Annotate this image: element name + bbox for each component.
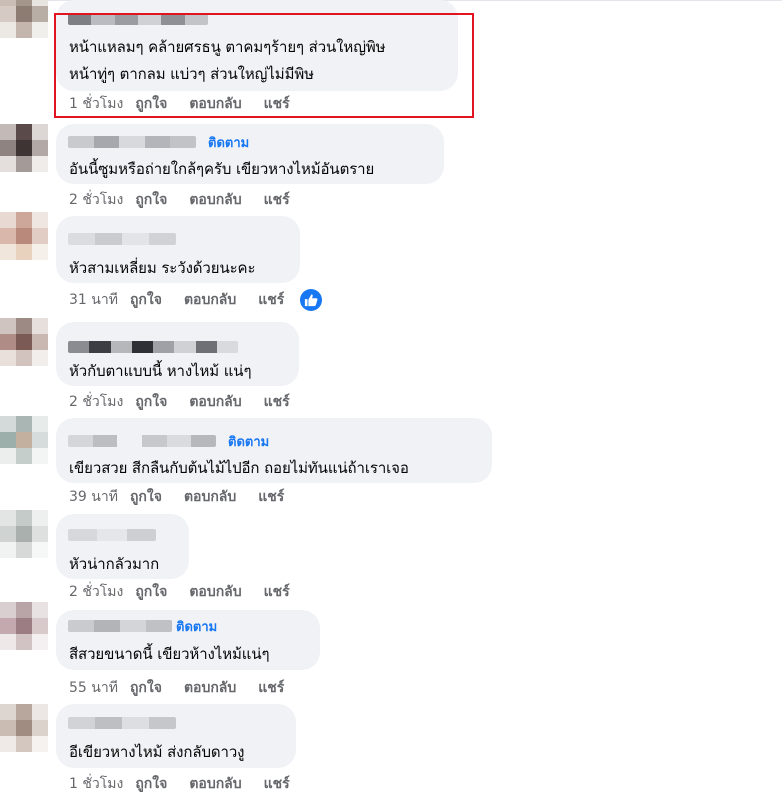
like-button[interactable]: ถูกใจ xyxy=(130,677,162,699)
comment-actions: 55 นาที ถูกใจ ตอบกลับ แชร์ xyxy=(69,678,306,698)
follow-button[interactable]: ติดตาม xyxy=(228,431,269,452)
comment-bubble: ติดตาม เขียวสวย สีกลืนกับต้นไม้ไปอีก ถอย… xyxy=(56,418,492,483)
avatar[interactable] xyxy=(0,124,48,172)
share-button[interactable]: แชร์ xyxy=(264,189,290,211)
commenter-name[interactable]: ติดตาม xyxy=(68,135,249,151)
comment-time[interactable]: 2 ชั่วโมง xyxy=(69,391,123,413)
like-button[interactable]: ถูกใจ xyxy=(135,189,167,211)
share-button[interactable]: แชร์ xyxy=(264,773,290,795)
commenter-name[interactable] xyxy=(68,528,156,542)
comment-time[interactable]: 39 นาที xyxy=(69,486,118,508)
thumbs-up-icon[interactable] xyxy=(300,289,323,311)
blurred-name xyxy=(68,233,176,245)
comment-actions: 2 ชั่วโมง ถูกใจ ตอบกลับ แชร์ xyxy=(69,582,312,602)
comment-bubble: ติดตาม สีสวยขนาดนี้ เขียวห้างไหม้แน่ๆ xyxy=(56,610,320,670)
like-button[interactable]: ถูกใจ xyxy=(130,289,162,311)
commenter-name[interactable]: ติดตาม xyxy=(68,619,217,635)
reply-button[interactable]: ตอบกลับ xyxy=(189,391,241,413)
comment-time[interactable]: 2 ชั่วโมง xyxy=(69,581,123,603)
like-button[interactable]: ถูกใจ xyxy=(135,581,167,603)
comment-text-line: หน้าทู่ๆ ตากลม แบ่วๆ ส่วนใหญ่ไม่มีพิษ xyxy=(69,65,314,83)
like-button[interactable]: ถูกใจ xyxy=(135,391,167,413)
like-button[interactable]: ถูกใจ xyxy=(135,773,167,795)
share-button[interactable]: แชร์ xyxy=(258,289,284,311)
commenter-name[interactable] xyxy=(68,340,238,354)
comment-actions: 1 ชั่วโมง ถูกใจ ตอบกลับ แชร์ xyxy=(69,94,312,114)
blurred-name xyxy=(68,435,216,447)
comment-text-line: หน้าแหลมๆ คล้ายศรธนู ตาคมๆร้ายๆ ส่วนใหญ่… xyxy=(69,38,386,56)
comment-4: ติดตาม เขียวสวย สีกลืนกับต้นไม้ไปอีก ถอย… xyxy=(0,412,782,510)
comment-actions: 2 ชั่วโมง ถูกใจ ตอบกลับ แชร์ xyxy=(69,392,312,412)
commenter-name[interactable]: ติดตาม xyxy=(68,434,269,450)
comment-3: หัวกับตาแบบนี้ หางไหม้ แน่ๆ 2 ชั่วโมง ถู… xyxy=(0,314,782,412)
avatar[interactable] xyxy=(0,212,48,260)
share-button[interactable]: แชร์ xyxy=(258,677,284,699)
share-button[interactable]: แชร์ xyxy=(264,93,290,115)
comment-0: หน้าแหลมๆ คล้ายศรธนู ตาคมๆร้ายๆ ส่วนใหญ่… xyxy=(0,0,782,120)
comment-time[interactable]: 1 ชั่วโมง xyxy=(69,773,123,795)
reply-button[interactable]: ตอบกลับ xyxy=(184,677,236,699)
comment-bubble: อีเขียวหางไหม้ ส่งกลับดาวงู xyxy=(56,704,296,768)
reply-button[interactable]: ตอบกลับ xyxy=(184,289,236,311)
avatar[interactable] xyxy=(0,510,48,558)
commenter-name[interactable] xyxy=(68,232,176,246)
avatar[interactable] xyxy=(0,0,48,38)
comment-bubble: หัวกับตาแบบนี้ หางไหม้ แน่ๆ xyxy=(56,322,299,386)
avatar[interactable] xyxy=(0,416,48,464)
comment-text-line: สีสวยขนาดนี้ เขียวห้างไหม้แน่ๆ xyxy=(69,645,270,663)
comment-time[interactable]: 55 นาที xyxy=(69,677,118,699)
follow-button[interactable]: ติดตาม xyxy=(208,132,249,153)
comment-text-line: หัวสามเหลี่ยม ระวังด้วยนะคะ xyxy=(69,259,256,277)
comment-7: อีเขียวหางไหม้ ส่งกลับดาวงู 1 ชั่วโมง ถู… xyxy=(0,700,782,792)
comment-text-line: หัวน่ากลัวมาก xyxy=(69,555,160,573)
blurred-name xyxy=(68,717,176,729)
blurred-name xyxy=(68,136,196,148)
blurred-name xyxy=(68,620,172,632)
comment-time[interactable]: 1 ชั่วโมง xyxy=(69,93,123,115)
comment-actions: 2 ชั่วโมง ถูกใจ ตอบกลับ แชร์ xyxy=(69,190,312,210)
comment-5: หัวน่ากลัวมาก 2 ชั่วโมง ถูกใจ ตอบกลับ แช… xyxy=(0,510,782,605)
avatar[interactable] xyxy=(0,704,48,752)
avatar[interactable] xyxy=(0,318,48,366)
share-button[interactable]: แชร์ xyxy=(264,391,290,413)
comment-actions: 1 ชั่วโมง ถูกใจ ตอบกลับ แชร์ xyxy=(69,774,312,794)
reply-button[interactable]: ตอบกลับ xyxy=(189,93,241,115)
follow-button[interactable]: ติดตาม xyxy=(176,616,217,637)
comment-text-line: เขียวสวย สีกลืนกับต้นไม้ไปอีก ถอยไม่ทันแ… xyxy=(69,459,409,477)
blurred-name xyxy=(68,341,238,353)
reply-button[interactable]: ตอบกลับ xyxy=(189,189,241,211)
comment-text-line: หัวกับตาแบบนี้ หางไหม้ แน่ๆ xyxy=(69,362,252,380)
share-button[interactable]: แชร์ xyxy=(258,486,284,508)
comment-time[interactable]: 2 ชั่วโมง xyxy=(69,189,123,211)
comment-bubble: หน้าแหลมๆ คล้ายศรธนู ตาคมๆร้ายๆ ส่วนใหญ่… xyxy=(56,0,458,91)
commenter-name[interactable] xyxy=(68,12,208,26)
reply-button[interactable]: ตอบกลับ xyxy=(184,486,236,508)
reply-button[interactable]: ตอบกลับ xyxy=(189,581,241,603)
comment-1: ติดตาม อันนี้ซูมหรือถ่ายใกล้ๆครับ เขียวห… xyxy=(0,120,782,215)
comment-bubble: หัวน่ากลัวมาก xyxy=(56,514,189,579)
comment-2: หัวสามเหลี่ยม ระวังด้วยนะคะ 31 นาที ถูกใ… xyxy=(0,212,782,314)
comment-actions: 31 นาที ถูกใจ ตอบกลับ แชร์ xyxy=(69,289,323,311)
comment-bubble: ติดตาม อันนี้ซูมหรือถ่ายใกล้ๆครับ เขียวห… xyxy=(56,124,444,184)
comment-bubble: หัวสามเหลี่ยม ระวังด้วยนะคะ xyxy=(56,216,300,283)
commenter-name[interactable] xyxy=(68,716,176,730)
reply-button[interactable]: ตอบกลับ xyxy=(189,773,241,795)
like-button[interactable]: ถูกใจ xyxy=(135,93,167,115)
blurred-name xyxy=(68,13,208,25)
comment-actions: 39 นาที ถูกใจ ตอบกลับ แชร์ xyxy=(69,487,306,507)
comment-6: ติดตาม สีสวยขนาดนี้ เขียวห้างไหม้แน่ๆ 55… xyxy=(0,602,782,700)
avatar[interactable] xyxy=(0,602,48,650)
blurred-name xyxy=(68,529,156,541)
comment-time[interactable]: 31 นาที xyxy=(69,289,118,311)
like-button[interactable]: ถูกใจ xyxy=(130,486,162,508)
share-button[interactable]: แชร์ xyxy=(264,581,290,603)
comment-text-line: อันนี้ซูมหรือถ่ายใกล้ๆครับ เขียวหางไหม้อ… xyxy=(69,160,375,178)
comment-text-line: อีเขียวหางไหม้ ส่งกลับดาวงู xyxy=(69,743,245,761)
